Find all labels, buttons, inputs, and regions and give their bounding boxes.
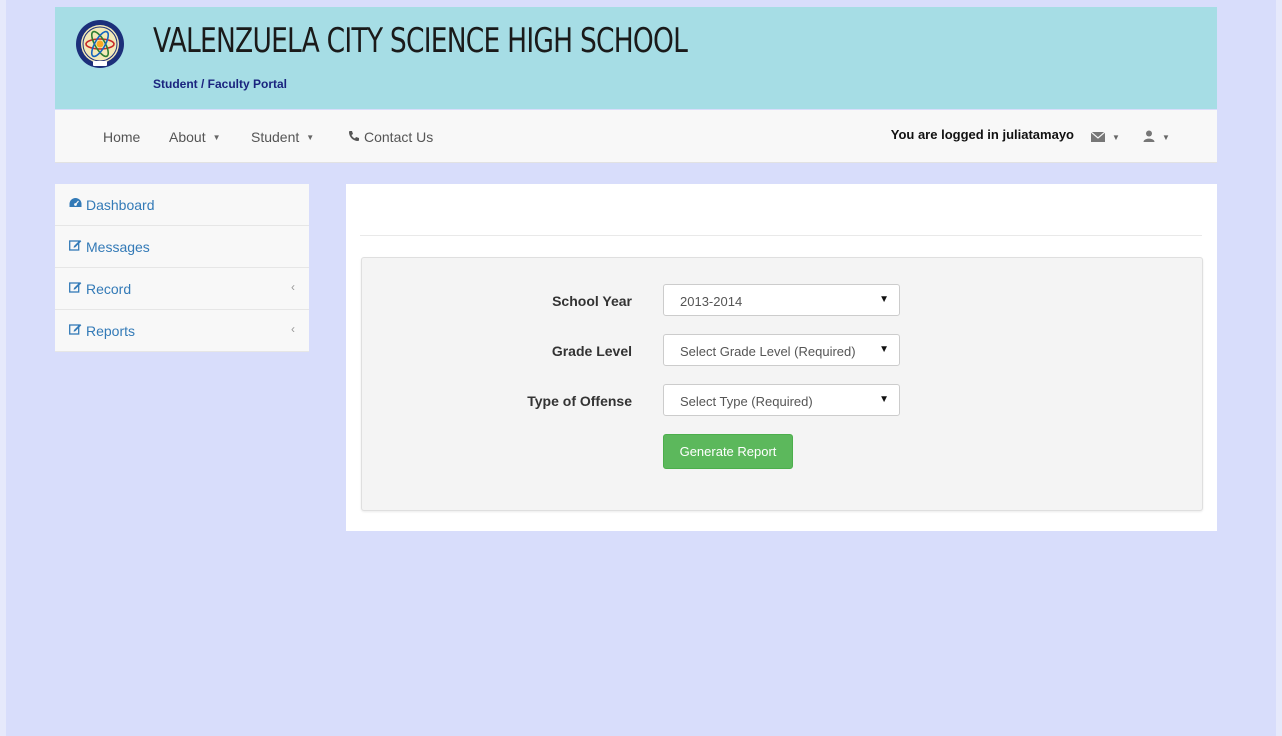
caret-down-icon: ▼ — [879, 344, 889, 355]
portal-subtitle: Student / Faculty Portal — [153, 77, 288, 91]
messages-dropdown[interactable]: ▼ — [1090, 130, 1120, 145]
top-navbar: Home About ▼ Student ▼ Contact Us You ar… — [55, 110, 1217, 163]
sidebar-item-reports[interactable]: Reports ‹ — [55, 310, 309, 352]
sidebar-item-label: Dashboard — [86, 196, 155, 213]
sidebar-item-label: Record — [86, 280, 132, 297]
school-name: VALENZUELA CITY SCIENCE HIGH SCHOOL — [153, 21, 688, 61]
nav-contact[interactable]: Contact Us — [348, 129, 433, 145]
offense-row: Type of Offense Select Type (Required) ▼ — [362, 384, 1202, 418]
left-edge — [0, 0, 6, 736]
sidebar-item-record[interactable]: Record ‹ — [55, 268, 309, 310]
school-year-select[interactable]: 2013-2014 ▼ — [663, 284, 900, 316]
sidebar-item-messages[interactable]: Messages — [55, 226, 309, 268]
school-year-row: School Year 2013-2014 ▼ — [362, 284, 1202, 318]
user-icon — [1143, 130, 1155, 145]
sidebar-item-label: Messages — [86, 238, 150, 255]
sidebar-item-dashboard[interactable]: Dashboard — [55, 184, 309, 226]
caret-down-icon: ▼ — [879, 394, 889, 405]
school-year-label: School Year — [552, 293, 632, 309]
grade-level-value: Select Grade Level (Required) — [680, 344, 856, 359]
grade-level-label: Grade Level — [551, 343, 632, 359]
offense-value: Select Type (Required) — [680, 394, 813, 409]
envelope-icon — [1090, 130, 1106, 145]
logged-in-text: You are logged in juliatamayo — [890, 127, 1074, 142]
phone-icon — [348, 129, 360, 145]
generate-report-button[interactable]: Generate Report — [663, 434, 793, 469]
chevron-left-icon: ‹ — [291, 280, 295, 294]
header-banner: VALENZUELA CITY SCIENCE HIGH SCHOOL Stud… — [55, 7, 1217, 109]
grade-level-select[interactable]: Select Grade Level (Required) ▼ — [663, 334, 900, 366]
nav-student[interactable]: Student ▼ — [251, 129, 314, 145]
nav-home-label: Home — [103, 129, 141, 145]
nav-contact-label: Contact Us — [364, 129, 434, 145]
nav-home[interactable]: Home — [103, 129, 140, 145]
nav-about-label: About — [169, 129, 206, 145]
grade-level-row: Grade Level Select Grade Level (Required… — [362, 334, 1202, 368]
caret-down-icon: ▼ — [1112, 133, 1120, 142]
edit-icon — [69, 239, 82, 254]
caret-down-icon: ▼ — [1162, 133, 1170, 142]
caret-down-icon: ▼ — [879, 294, 889, 305]
user-dropdown[interactable]: ▼ — [1143, 130, 1170, 145]
sidebar: Dashboard Messages Record ‹ Reports ‹ — [55, 184, 309, 352]
right-edge — [1276, 0, 1282, 736]
sidebar-item-label: Reports — [86, 322, 136, 339]
main-panel: School Year 2013-2014 ▼ Grade Level Sele… — [346, 184, 1217, 531]
caret-down-icon: ▼ — [212, 132, 221, 142]
nav-student-label: Student — [251, 129, 300, 145]
school-year-value: 2013-2014 — [680, 294, 743, 309]
nav-about[interactable]: About ▼ — [169, 129, 221, 145]
dashboard-icon — [69, 197, 82, 212]
report-form: School Year 2013-2014 ▼ Grade Level Sele… — [361, 257, 1203, 511]
school-seal-icon — [75, 19, 125, 69]
divider — [360, 235, 1202, 236]
edit-icon — [69, 323, 82, 338]
caret-down-icon: ▼ — [306, 132, 315, 142]
offense-select[interactable]: Select Type (Required) ▼ — [663, 384, 900, 416]
offense-label: Type of Offense — [527, 393, 632, 409]
chevron-left-icon: ‹ — [291, 322, 295, 336]
edit-icon — [69, 281, 82, 296]
